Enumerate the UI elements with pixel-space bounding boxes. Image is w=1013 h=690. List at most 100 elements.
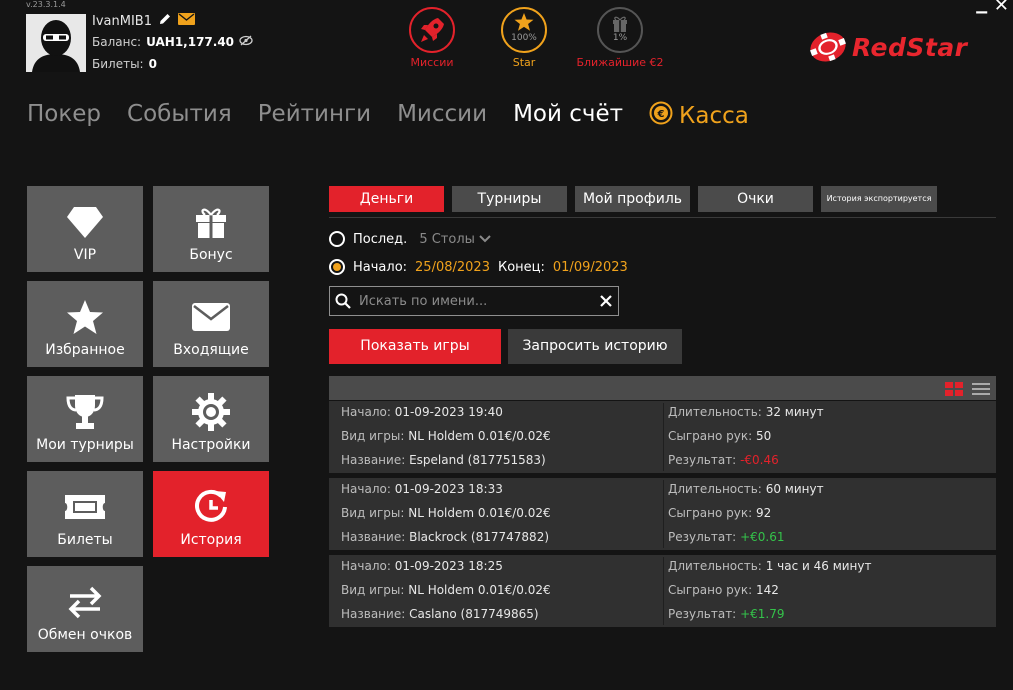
session-hands-label: Сыграно рук: <box>668 429 753 443</box>
session-start-label: Начало: <box>341 405 391 419</box>
session-game: Вид игры: NL Holdem 0.01€/0.02€ <box>341 506 551 520</box>
session-result-label: Результат: <box>668 453 737 467</box>
nav-cashier[interactable]: € Касса <box>649 101 749 131</box>
radio-last[interactable] <box>329 231 345 247</box>
close-window-button[interactable]: ✕ <box>994 0 1009 16</box>
session-result-value: +€1.79 <box>740 607 785 621</box>
session-hands: Сыграно рук: 142 <box>668 583 779 597</box>
tab-money[interactable]: Деньги <box>329 186 444 212</box>
rocket-icon <box>409 7 455 53</box>
session-game-label: Вид игры: <box>341 506 405 520</box>
tile-bonus[interactable]: Бонус <box>153 186 269 272</box>
radio-date-range[interactable] <box>329 259 345 275</box>
tile-favorites[interactable]: Избранное <box>27 281 143 367</box>
session-duration: Длительность: 32 минут <box>668 405 824 419</box>
exchange-icon <box>27 582 143 622</box>
results-header <box>329 376 996 400</box>
session-card[interactable]: Начало: 01-09-2023 18:25 Вид игры: NL Ho… <box>329 555 996 627</box>
main-nav: Покер События Рейтинги Миссии Мой счёт €… <box>27 101 749 131</box>
gift-icon <box>153 202 269 242</box>
session-name-label: Название: <box>341 607 406 621</box>
clear-search-icon[interactable] <box>600 295 612 307</box>
tab-my-profile[interactable]: Мой профиль <box>575 186 690 212</box>
session-duration-label: Длительность: <box>668 405 762 419</box>
session-game: Вид игры: NL Holdem 0.01€/0.02€ <box>341 583 551 597</box>
nearest-prize-percent: 1% <box>612 33 628 43</box>
session-duration-value: 60 минут <box>765 482 824 496</box>
nav-rankings[interactable]: Рейтинги <box>258 101 371 131</box>
chevron-down-icon <box>479 232 491 247</box>
session-duration: Длительность: 1 час и 46 минут <box>668 559 871 573</box>
session-name-label: Название: <box>341 453 406 467</box>
search-icon <box>335 293 351 309</box>
filter-last-row: Послед. 5 Столы <box>329 231 491 247</box>
tile-inbox[interactable]: Входящие <box>153 281 269 367</box>
envelope-icon[interactable] <box>177 13 195 29</box>
filter-end-date[interactable]: 01/09/2023 <box>553 260 628 275</box>
edit-pencil-icon[interactable] <box>158 12 172 30</box>
tile-inbox-label: Входящие <box>173 342 249 358</box>
tile-settings[interactable]: Настройки <box>153 376 269 462</box>
session-hands: Сыграно рук: 92 <box>668 506 771 520</box>
session-duration-label: Длительность: <box>668 482 762 496</box>
nearest-prize-badge[interactable]: 1% Ближайшие €2 <box>575 7 665 69</box>
session-result: Результат: -€0.46 <box>668 453 779 467</box>
star-badge[interactable]: 100% Star <box>479 7 569 69</box>
minimize-button[interactable]: ▁ <box>976 0 987 14</box>
session-game: Вид игры: NL Holdem 0.01€/0.02€ <box>341 429 551 443</box>
tab-tournaments[interactable]: Турниры <box>452 186 567 212</box>
session-hands-value: 50 <box>755 429 772 443</box>
session-name: Название: Caslano (817749865) <box>341 607 539 621</box>
session-result: Результат: +€0.61 <box>668 530 784 544</box>
session-start-value: 01-09-2023 18:25 <box>394 559 503 573</box>
tile-points-exchange[interactable]: Обмен очков <box>27 566 143 652</box>
tab-history-export[interactable]: История экспортируется <box>821 186 937 212</box>
avatar[interactable] <box>26 14 86 72</box>
session-card[interactable]: Начало: 01-09-2023 18:33 Вид игры: NL Ho… <box>329 478 996 550</box>
tables-dropdown[interactable]: 5 Столы <box>419 232 491 247</box>
filter-end-label: Конец: <box>497 259 545 275</box>
show-games-button[interactable]: Показать игры <box>329 329 501 364</box>
session-start-label: Начало: <box>341 559 391 573</box>
tile-bonus-label: Бонус <box>189 247 233 263</box>
balance-row: Баланс: UAH1,177.40 <box>92 35 253 49</box>
session-duration: Длительность: 60 минут <box>668 482 824 496</box>
request-hand-history-button[interactable]: Запросить историю рук <box>508 329 682 389</box>
tab-points[interactable]: Очки <box>698 186 813 212</box>
tile-history-label: История <box>180 532 242 548</box>
envelope-icon <box>153 297 269 337</box>
missions-badge[interactable]: Миссии <box>387 7 477 69</box>
nav-events[interactable]: События <box>127 101 232 131</box>
session-hands-value: 92 <box>755 506 772 520</box>
tile-my-tournaments[interactable]: Мои турниры <box>27 376 143 462</box>
trophy-icon <box>27 392 143 432</box>
search-input[interactable]: Искать по имени... <box>359 294 600 309</box>
version-label: v.23.3.1.4 <box>26 0 66 9</box>
svg-text:€: € <box>657 109 665 120</box>
tile-history[interactable]: История <box>153 471 269 557</box>
hide-balance-icon[interactable] <box>239 35 253 49</box>
session-start-value: 01-09-2023 19:40 <box>394 405 503 419</box>
session-start: Начало: 01-09-2023 18:25 <box>341 559 503 573</box>
session-duration-label: Длительность: <box>668 559 762 573</box>
session-start: Начало: 01-09-2023 18:33 <box>341 482 503 496</box>
session-divider <box>663 557 664 625</box>
session-name-value: Caslano (817749865) <box>409 607 539 621</box>
tile-vip[interactable]: VIP <box>27 186 143 272</box>
session-game-label: Вид игры: <box>341 583 405 597</box>
list-view-icon[interactable] <box>972 381 990 400</box>
tile-tickets[interactable]: Билеты <box>27 471 143 557</box>
grid-view-icon[interactable] <box>945 381 963 400</box>
nav-missions[interactable]: Миссии <box>397 101 487 131</box>
star-icon <box>27 297 143 337</box>
filter-start-label: Начало: <box>353 259 408 275</box>
tickets-value: 0 <box>148 57 157 71</box>
session-name: Название: Blackrock (817747882) <box>341 530 549 544</box>
nav-my-account[interactable]: Мой счёт <box>513 101 623 131</box>
search-box[interactable]: Искать по имени... <box>329 286 619 316</box>
filter-start-date[interactable]: 25/08/2023 <box>415 260 490 275</box>
nav-poker[interactable]: Покер <box>27 101 101 131</box>
session-result: Результат: +€1.79 <box>668 607 784 621</box>
euro-coin-icon: € <box>649 101 673 131</box>
session-card[interactable]: Начало: 01-09-2023 19:40 Вид игры: NL Ho… <box>329 401 996 473</box>
